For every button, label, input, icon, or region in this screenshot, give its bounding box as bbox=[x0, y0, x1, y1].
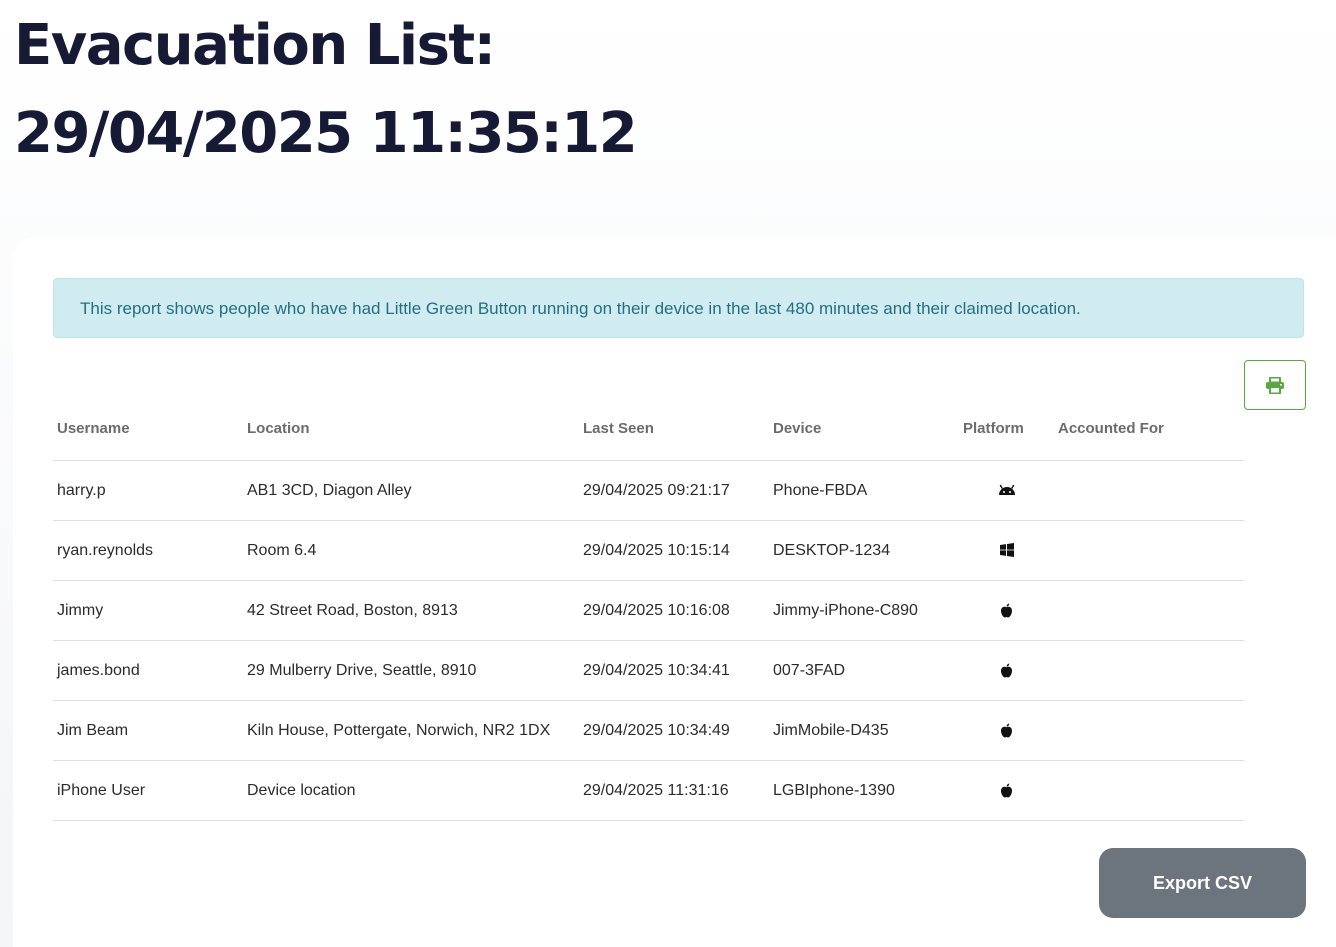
apple-icon bbox=[1001, 723, 1012, 738]
table-row: james.bond 29 Mulberry Drive, Seattle, 8… bbox=[53, 640, 1244, 701]
platform-cell bbox=[959, 700, 1054, 761]
column-header-platform[interactable]: Platform bbox=[959, 396, 1054, 461]
last-seen-cell: 29/04/2025 10:16:08 bbox=[579, 580, 769, 641]
page-title-line1: Evacuation List: bbox=[14, 13, 496, 78]
column-header-accounted-for[interactable]: Accounted For bbox=[1054, 396, 1244, 461]
accounted-for-cell[interactable] bbox=[1054, 760, 1244, 821]
column-header-location[interactable]: Location bbox=[243, 396, 579, 461]
platform-cell bbox=[959, 520, 1054, 581]
username-cell: james.bond bbox=[53, 640, 243, 701]
location-cell: Device location bbox=[243, 760, 579, 821]
table-row: ryan.reynolds Room 6.4 29/04/2025 10:15:… bbox=[53, 520, 1244, 581]
location-cell: Room 6.4 bbox=[243, 520, 579, 581]
accounted-for-cell[interactable] bbox=[1054, 640, 1244, 701]
export-csv-button[interactable]: Export CSV bbox=[1099, 848, 1306, 918]
device-cell: 007-3FAD bbox=[769, 640, 959, 701]
windows-icon bbox=[999, 543, 1014, 558]
page-title: Evacuation List: 29/04/2025 11:35:12 bbox=[14, 2, 714, 178]
device-cell: LGBIphone-1390 bbox=[769, 760, 959, 821]
accounted-for-cell[interactable] bbox=[1054, 520, 1244, 581]
last-seen-cell: 29/04/2025 10:15:14 bbox=[579, 520, 769, 581]
apple-icon bbox=[1001, 603, 1012, 618]
device-cell: JimMobile-D435 bbox=[769, 700, 959, 761]
last-seen-cell: 29/04/2025 09:21:17 bbox=[579, 460, 769, 521]
last-seen-cell: 29/04/2025 10:34:49 bbox=[579, 700, 769, 761]
location-cell: 29 Mulberry Drive, Seattle, 8910 bbox=[243, 640, 579, 701]
platform-cell bbox=[959, 580, 1054, 641]
device-cell: Phone-FBDA bbox=[769, 460, 959, 521]
android-icon bbox=[998, 485, 1015, 496]
evacuation-table: Username Location Last Seen Device Platf… bbox=[53, 396, 1244, 821]
table-row: Jimmy 42 Street Road, Boston, 8913 29/04… bbox=[53, 580, 1244, 641]
last-seen-cell: 29/04/2025 11:31:16 bbox=[579, 760, 769, 821]
accounted-for-cell[interactable] bbox=[1054, 460, 1244, 521]
column-header-device[interactable]: Device bbox=[769, 396, 959, 461]
column-header-username[interactable]: Username bbox=[53, 396, 243, 461]
username-cell: Jim Beam bbox=[53, 700, 243, 761]
accounted-for-cell[interactable] bbox=[1054, 580, 1244, 641]
printer-icon bbox=[1266, 376, 1284, 394]
device-cell: Jimmy-iPhone-C890 bbox=[769, 580, 959, 641]
last-seen-cell: 29/04/2025 10:34:41 bbox=[579, 640, 769, 701]
accounted-for-cell[interactable] bbox=[1054, 700, 1244, 761]
print-button[interactable] bbox=[1244, 360, 1306, 410]
platform-cell bbox=[959, 760, 1054, 821]
info-alert: This report shows people who have had Li… bbox=[53, 278, 1304, 338]
location-cell: 42 Street Road, Boston, 8913 bbox=[243, 580, 579, 641]
column-header-last-seen[interactable]: Last Seen bbox=[579, 396, 769, 461]
username-cell: iPhone User bbox=[53, 760, 243, 821]
page-title-timestamp: 29/04/2025 11:35:12 bbox=[14, 101, 638, 166]
table-header-row: Username Location Last Seen Device Platf… bbox=[53, 396, 1244, 461]
apple-icon bbox=[1001, 663, 1012, 678]
platform-cell bbox=[959, 460, 1054, 521]
username-cell: harry.p bbox=[53, 460, 243, 521]
page: Evacuation List: 29/04/2025 11:35:12 Thi… bbox=[0, 0, 1336, 947]
username-cell: Jimmy bbox=[53, 580, 243, 641]
platform-cell bbox=[959, 640, 1054, 701]
device-cell: DESKTOP-1234 bbox=[769, 520, 959, 581]
apple-icon bbox=[1001, 783, 1012, 798]
report-card: This report shows people who have had Li… bbox=[13, 238, 1336, 947]
location-cell: Kiln House, Pottergate, Norwich, NR2 1DX bbox=[243, 700, 579, 761]
username-cell: ryan.reynolds bbox=[53, 520, 243, 581]
table-row: harry.p AB1 3CD, Diagon Alley 29/04/2025… bbox=[53, 460, 1244, 521]
location-cell: AB1 3CD, Diagon Alley bbox=[243, 460, 579, 521]
table-row: Jim Beam Kiln House, Pottergate, Norwich… bbox=[53, 700, 1244, 761]
table-row: iPhone User Device location 29/04/2025 1… bbox=[53, 760, 1244, 821]
